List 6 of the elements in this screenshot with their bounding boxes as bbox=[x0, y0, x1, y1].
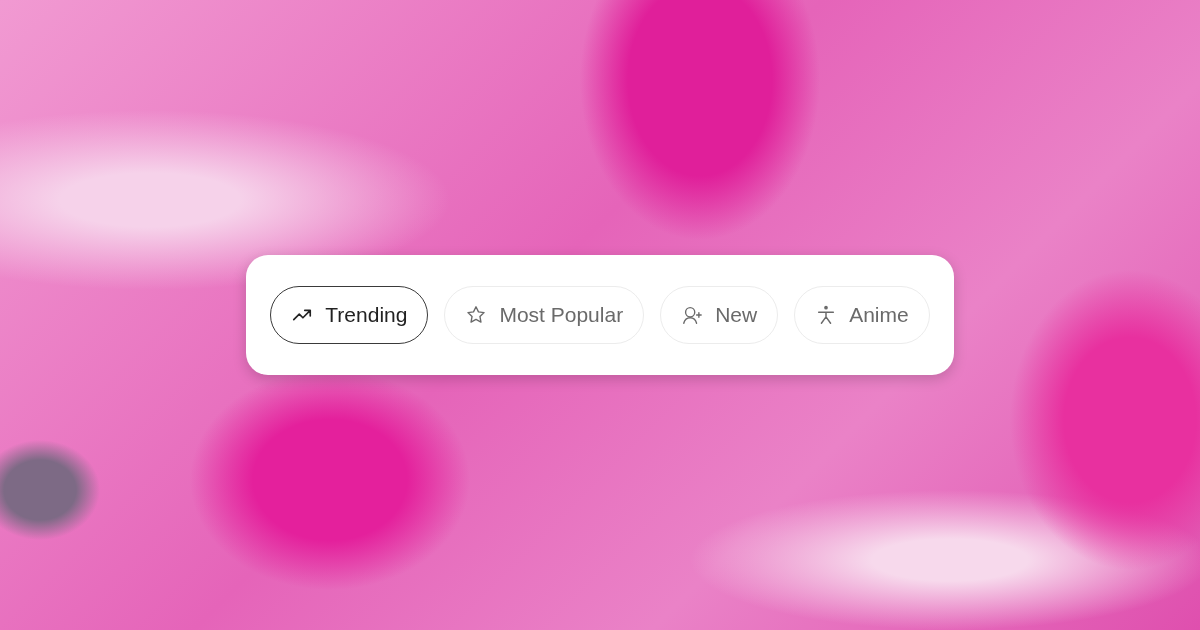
category-tab[interactable]: Trending bbox=[270, 286, 429, 344]
user-plus-icon bbox=[681, 304, 704, 326]
category-tab[interactable]: New bbox=[660, 286, 779, 344]
star-icon bbox=[465, 304, 488, 326]
category-tab[interactable]: Anime bbox=[794, 286, 930, 344]
category-tab[interactable]: Most Popular bbox=[444, 286, 645, 344]
